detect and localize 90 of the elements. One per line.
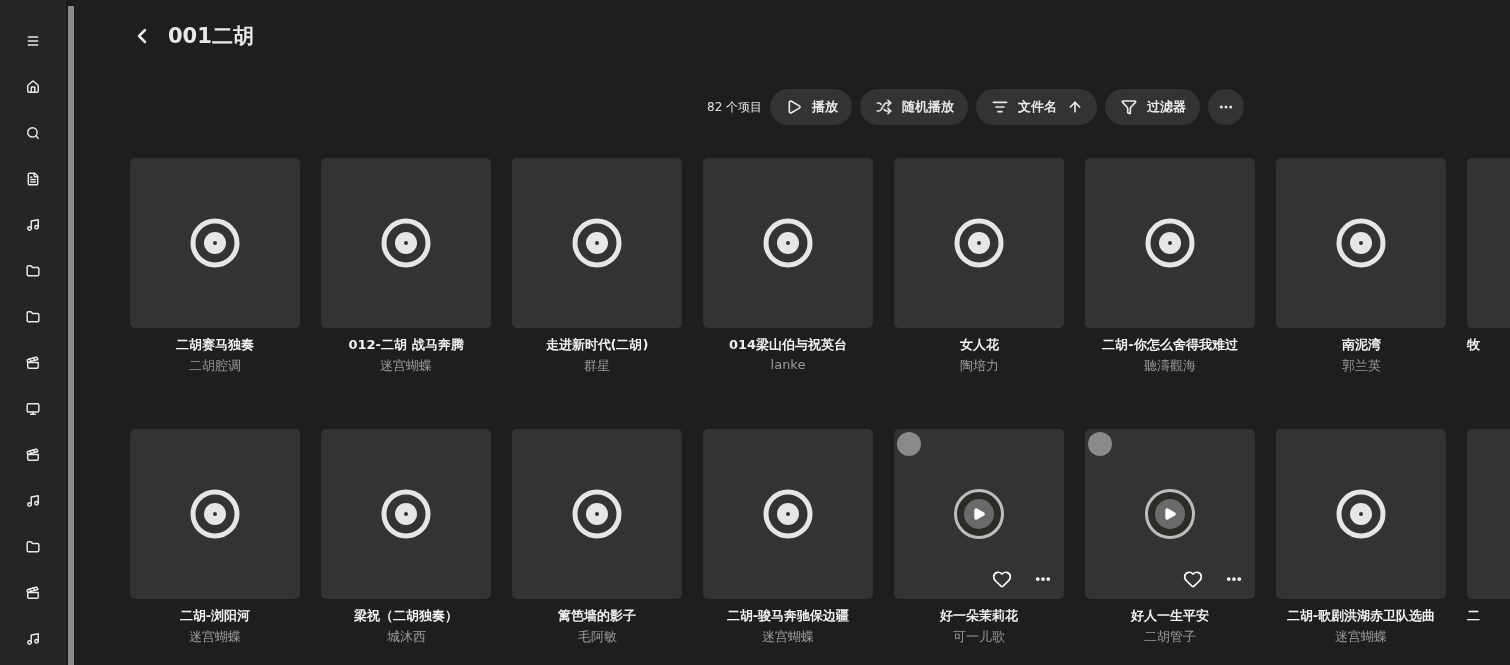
album-cover[interactable] xyxy=(321,158,491,328)
filter-button[interactable]: 过滤器 xyxy=(1105,89,1201,125)
disc-icon xyxy=(572,218,622,268)
clapperboard-icon[interactable] xyxy=(26,586,40,600)
select-circle[interactable] xyxy=(897,432,921,456)
disc-icon xyxy=(381,218,431,268)
album-cover[interactable] xyxy=(703,158,873,328)
song-title[interactable]: 梁祝（二胡独奏） xyxy=(354,607,458,625)
song-title[interactable]: 篱笆墙的影子 xyxy=(558,607,636,625)
heart-icon[interactable] xyxy=(1183,569,1203,589)
album-cover[interactable] xyxy=(1085,158,1255,328)
artist-name[interactable]: 聽濤觀海 xyxy=(1144,357,1196,375)
artist-name[interactable]: 迷宫蝴蝶 xyxy=(1335,628,1387,646)
disc-icon xyxy=(1336,489,1386,539)
album-cover[interactable] xyxy=(1276,429,1446,599)
artist-name[interactable]: lanke xyxy=(770,357,806,372)
artist-name[interactable]: 群星 xyxy=(584,357,610,375)
artist-name[interactable]: 迷宫蝴蝶 xyxy=(189,628,241,646)
scrollbar-thumb[interactable] xyxy=(67,6,74,665)
artist-name[interactable]: 二胡管子 xyxy=(1144,628,1196,646)
page-title: 001二胡 xyxy=(168,23,254,50)
disc-icon xyxy=(381,489,431,539)
album-cover[interactable] xyxy=(894,158,1064,328)
folder-icon[interactable] xyxy=(26,310,40,324)
song-title[interactable]: 好人一生平安 xyxy=(1131,607,1209,625)
artist-name[interactable]: 迷宫蝴蝶 xyxy=(762,628,814,646)
album-cover[interactable] xyxy=(1085,429,1255,599)
song-title[interactable]: 二胡赛马独奏 xyxy=(176,336,254,354)
play-button[interactable] xyxy=(954,489,1004,539)
disc-icon xyxy=(954,218,1004,268)
disc-icon xyxy=(572,489,622,539)
song-title[interactable]: 012-二胡 战马奔腾 xyxy=(348,336,464,354)
play-button[interactable] xyxy=(1145,489,1195,539)
document-icon[interactable] xyxy=(26,172,40,186)
album-cover[interactable] xyxy=(130,429,300,599)
home-icon[interactable] xyxy=(26,80,40,94)
shuffle-icon xyxy=(876,99,893,115)
play-icon xyxy=(786,99,803,115)
search-icon[interactable] xyxy=(26,126,40,140)
play-icon xyxy=(972,507,986,521)
album-cover[interactable] xyxy=(512,158,682,328)
song-title[interactable]: 014梁山伯与祝英台 xyxy=(728,336,848,354)
song-title[interactable]: 二胡-你怎么舍得我难过 xyxy=(1102,336,1238,354)
menu-icon[interactable] xyxy=(26,34,40,48)
song-title[interactable]: 南泥湾 xyxy=(1341,336,1381,354)
album-cover[interactable] xyxy=(894,429,1064,599)
more-button[interactable] xyxy=(1208,89,1245,125)
song-title[interactable]: 二胡-歌剧洪湖赤卫队选曲 xyxy=(1286,607,1436,625)
clapperboard-icon[interactable] xyxy=(26,448,40,462)
artist-name[interactable]: 可一儿歌 xyxy=(953,628,1005,646)
clapperboard-icon[interactable] xyxy=(26,356,40,370)
music-note-icon[interactable] xyxy=(26,494,40,508)
play-icon xyxy=(1163,507,1177,521)
disc-icon xyxy=(190,218,240,268)
folder-icon[interactable] xyxy=(26,264,40,278)
disc-icon xyxy=(190,489,240,539)
disc-icon xyxy=(1336,218,1386,268)
select-circle[interactable] xyxy=(1088,432,1112,456)
artist-name[interactable]: 郭兰英 xyxy=(1341,357,1381,375)
song-title[interactable]: 二 xyxy=(1467,607,1480,625)
artist-name[interactable]: 二胡腔调 xyxy=(189,357,241,375)
sort-icon xyxy=(992,99,1009,115)
music-note-icon[interactable] xyxy=(26,218,40,232)
disc-icon xyxy=(1145,218,1195,268)
item-count: 82 个项目 xyxy=(707,98,763,116)
artist-name[interactable]: 迷宫蝴蝶 xyxy=(380,357,432,375)
filter-icon xyxy=(1121,99,1138,115)
shuffle-button[interactable]: 随机播放 xyxy=(860,89,969,125)
album-cover[interactable] xyxy=(512,429,682,599)
album-cover[interactable] xyxy=(321,429,491,599)
song-title[interactable]: 二胡-浏阳河 xyxy=(179,607,251,625)
song-title[interactable]: 牧 xyxy=(1467,336,1480,354)
song-title[interactable]: 二胡-骏马奔驰保边疆 xyxy=(726,607,850,625)
song-title[interactable]: 走进新时代(二胡) xyxy=(545,336,649,354)
disc-icon xyxy=(763,489,813,539)
play-button[interactable]: 播放 xyxy=(770,89,853,125)
artist-name[interactable]: 毛阿敏 xyxy=(577,628,617,646)
artist-name[interactable]: 城沐西 xyxy=(386,628,426,646)
folder-icon[interactable] xyxy=(26,540,40,554)
monitor-icon[interactable] xyxy=(26,402,40,416)
album-cover[interactable] xyxy=(130,158,300,328)
heart-icon[interactable] xyxy=(992,569,1012,589)
album-cover[interactable] xyxy=(703,429,873,599)
music-note-icon[interactable] xyxy=(26,632,40,646)
song-title[interactable]: 女人花 xyxy=(959,336,999,354)
sort-button[interactable]: 文件名 xyxy=(976,89,1098,125)
album-cover[interactable] xyxy=(1276,158,1446,328)
song-title[interactable]: 好一朵茉莉花 xyxy=(940,607,1018,625)
disc-icon xyxy=(763,218,813,268)
artist-name[interactable]: 陶培力 xyxy=(959,357,999,375)
